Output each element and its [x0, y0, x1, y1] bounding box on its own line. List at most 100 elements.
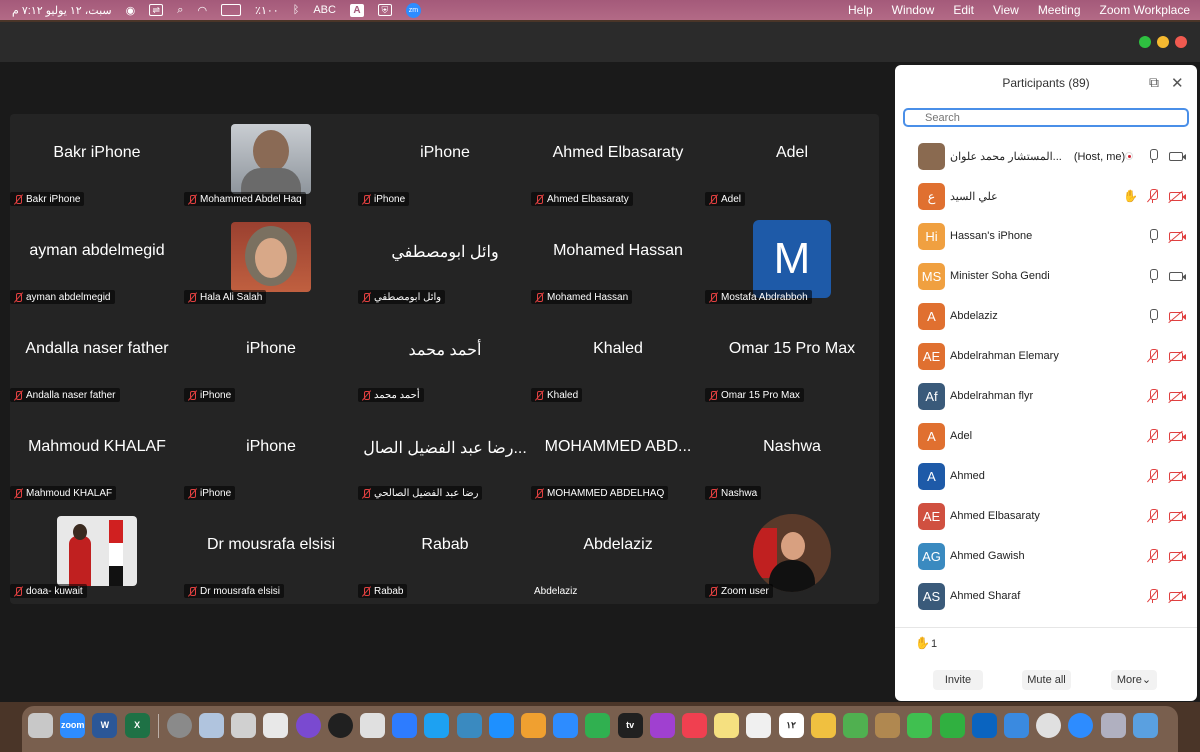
participant-row[interactable]: Af Abdelrahman flyr: [895, 377, 1197, 417]
menu-item[interactable]: Zoom Workplace: [1100, 3, 1190, 17]
search-input[interactable]: [903, 108, 1189, 127]
participant-row[interactable]: A Adel: [895, 417, 1197, 457]
mic-icon[interactable]: [1147, 309, 1159, 325]
video-tile[interactable]: Zoom user: [705, 506, 879, 604]
close-panel-icon[interactable]: ✕: [1171, 74, 1184, 92]
preview-icon[interactable]: [199, 713, 224, 738]
participant-row[interactable]: A Ahmed: [895, 457, 1197, 497]
video-tile[interactable]: Nashwa Nashwa: [705, 408, 879, 506]
photos-icon[interactable]: [810, 713, 836, 738]
video-off-icon[interactable]: [1168, 510, 1186, 524]
mic-icon[interactable]: [1147, 149, 1159, 165]
excel-icon[interactable]: X: [124, 713, 150, 738]
reminders-icon[interactable]: [746, 713, 772, 738]
menu-item[interactable]: Edit: [953, 3, 974, 17]
popout-icon[interactable]: ⧉: [1149, 74, 1159, 91]
zoom-status-icon[interactable]: zm: [405, 2, 421, 18]
video-tile[interactable]: ayman abdelmegid ayman abdelmegid: [10, 212, 184, 310]
pages-icon[interactable]: [521, 713, 546, 738]
spotlight-icon[interactable]: ⌕: [177, 4, 183, 17]
video-off-icon[interactable]: [1168, 190, 1186, 204]
keynote-icon[interactable]: [553, 713, 579, 738]
participant-row[interactable]: المستشار محمد علوان... (Host, me): [895, 137, 1197, 177]
outlook-icon[interactable]: [971, 713, 997, 738]
menu-item[interactable]: Help: [848, 3, 873, 17]
finder-icon[interactable]: [1132, 713, 1158, 738]
notes-icon[interactable]: [714, 713, 740, 738]
control-center-icon[interactable]: ⇌: [149, 4, 164, 16]
more-button[interactable]: More⌄: [1111, 670, 1157, 690]
facetime-icon[interactable]: [939, 713, 965, 738]
app-store-icon[interactable]: [488, 713, 514, 738]
numbers-icon[interactable]: [585, 713, 611, 738]
messenger-icon[interactable]: [392, 713, 418, 738]
participant-row[interactable]: AG Ahmed Gawish: [895, 537, 1197, 577]
video-off-icon[interactable]: [1168, 350, 1186, 364]
video-tile[interactable]: وائل ابومصطفي وائل ابومصطفي: [358, 212, 532, 310]
menu-item[interactable]: Window: [892, 3, 935, 17]
video-tile[interactable]: Abdelaziz Abdelaziz: [531, 506, 705, 604]
mic-muted-icon[interactable]: [1146, 349, 1159, 365]
video-tile[interactable]: Andalla naser father Andalla naser father: [10, 310, 184, 408]
chrome-icon[interactable]: [1036, 713, 1062, 738]
minimize-button[interactable]: [1157, 36, 1169, 48]
video-off-icon[interactable]: [1168, 230, 1186, 244]
video-tile[interactable]: Rabab Rabab: [358, 506, 532, 604]
mute-all-button[interactable]: Mute all: [1022, 670, 1071, 690]
participant-row[interactable]: A Abdelaziz: [895, 297, 1197, 337]
music-icon[interactable]: [682, 713, 707, 738]
messages-icon[interactable]: [907, 713, 933, 738]
video-off-icon[interactable]: [1168, 390, 1186, 404]
video-tile[interactable]: Mohammed Abdel Haq: [184, 114, 358, 212]
mic-muted-icon[interactable]: [1146, 589, 1159, 605]
system-preferences-icon[interactable]: [166, 713, 192, 738]
calendar-icon[interactable]: ١٢: [778, 713, 804, 738]
video-off-icon[interactable]: [1168, 310, 1186, 324]
participant-row[interactable]: AS Ahmed Sharaf: [895, 577, 1197, 617]
video-icon[interactable]: [1169, 272, 1186, 281]
maximize-button[interactable]: [1139, 36, 1151, 48]
mic-icon[interactable]: [1147, 229, 1159, 245]
video-tile[interactable]: Mohamed Hassan Mohamed Hassan: [531, 212, 705, 310]
wifi-icon[interactable]: ◠: [197, 4, 207, 17]
podcasts-icon[interactable]: [649, 713, 675, 738]
mic-muted-icon[interactable]: [1146, 469, 1159, 485]
video-tile[interactable]: Dr mousrafa elsisi Dr mousrafa elsisi: [184, 506, 358, 604]
trash-icon[interactable]: [28, 713, 53, 738]
video-tile[interactable]: iPhone iPhone: [358, 114, 532, 212]
close-button[interactable]: [1175, 36, 1187, 48]
video-tile[interactable]: Hala Ali Salah: [184, 212, 358, 310]
siri-icon[interactable]: [295, 713, 321, 738]
participant-row[interactable]: MS Minister Soha Gendi: [895, 257, 1197, 297]
invite-button[interactable]: Invite: [933, 670, 983, 690]
printer-icon[interactable]: [231, 713, 257, 738]
whatsapp-icon[interactable]: [360, 713, 385, 738]
twitter-icon[interactable]: [424, 713, 450, 738]
input-source[interactable]: ABC: [313, 4, 336, 16]
vpn-shield-icon[interactable]: ⛨: [377, 4, 392, 16]
video-tile[interactable]: Mahmoud KHALAF Mahmoud KHALAF: [10, 408, 184, 506]
finder-bag-icon[interactable]: [875, 713, 901, 738]
tv-icon[interactable]: tv: [617, 713, 643, 738]
mic-icon[interactable]: [1147, 269, 1159, 285]
menu-item[interactable]: Meeting: [1038, 3, 1081, 17]
safari-icon[interactable]: [1068, 713, 1094, 738]
participant-row[interactable]: AE Ahmed Elbasaraty: [895, 497, 1197, 537]
video-tile[interactable]: M Mostafa Abdrabboh: [705, 212, 879, 310]
shield-icon[interactable]: [456, 713, 482, 738]
battery-icon[interactable]: [221, 4, 242, 16]
siri-status-icon[interactable]: ◉: [126, 4, 136, 17]
mic-muted-icon[interactable]: [1146, 429, 1159, 445]
video-tile[interactable]: رضا عبد الفضيل الصال... رضا عبد الفضيل ال…: [358, 408, 532, 506]
bluetooth-icon[interactable]: ᛒ: [293, 4, 300, 16]
clock[interactable]: سبت، ١٢ يوليو ٧:١٢ م: [12, 4, 112, 17]
activity-icon[interactable]: [327, 713, 353, 738]
video-tile[interactable]: Bakr iPhone Bakr iPhone: [10, 114, 184, 212]
scanner-icon[interactable]: [263, 713, 289, 738]
video-off-icon[interactable]: [1168, 470, 1186, 484]
participant-row[interactable]: Hi Hassan's iPhone: [895, 217, 1197, 257]
mail-icon[interactable]: [1004, 713, 1029, 738]
video-tile[interactable]: Ahmed Elbasaraty Ahmed Elbasaraty: [531, 114, 705, 212]
input-source-badge[interactable]: A: [349, 3, 364, 17]
word-icon[interactable]: W: [92, 713, 118, 738]
